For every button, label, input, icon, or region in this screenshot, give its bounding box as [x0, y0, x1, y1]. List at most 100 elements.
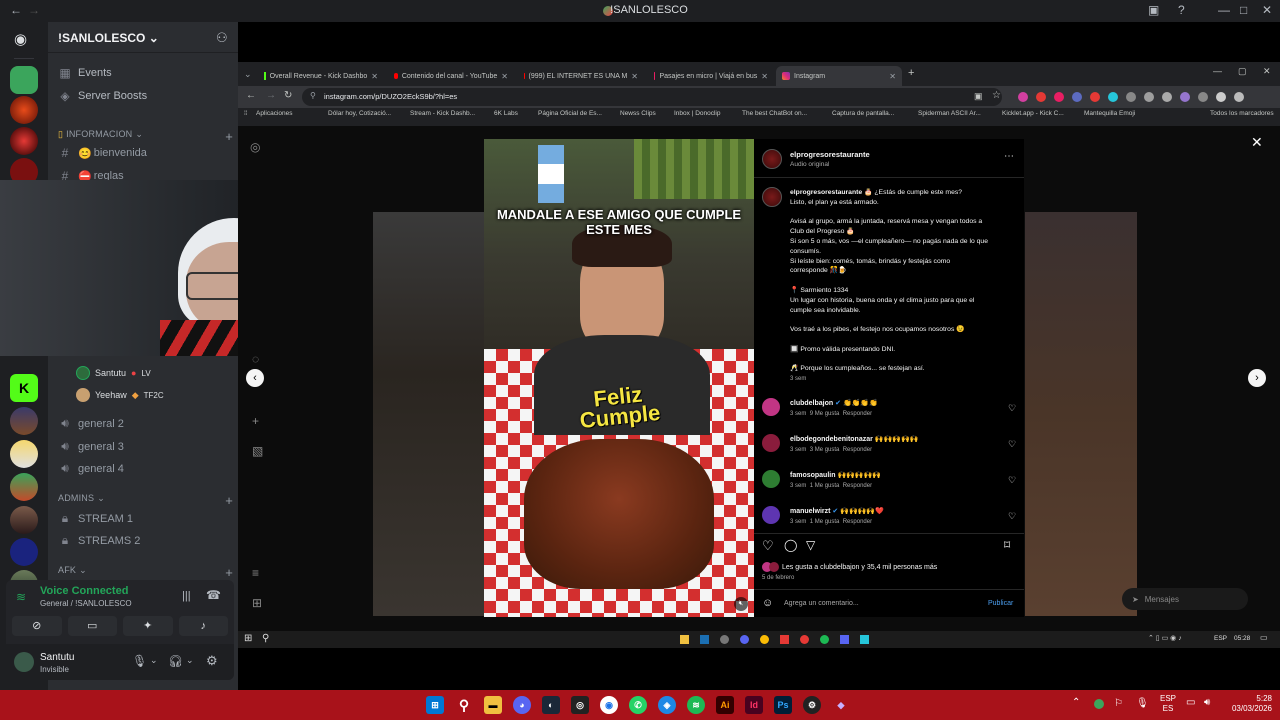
chrome-icon[interactable]: ◉: [600, 696, 618, 714]
voice-channel-stream-1[interactable]: 🔒︎ STREAM 1: [58, 511, 133, 526]
create-icon[interactable]: +: [252, 414, 259, 428]
audio-label[interactable]: Audio original: [790, 161, 829, 168]
inner-clock[interactable]: 05:28: [1234, 635, 1250, 642]
comment-avatar[interactable]: [762, 398, 780, 416]
voice-channel-general-3[interactable]: 🔊︎ general 3: [58, 439, 124, 454]
reload-icon[interactable]: ↻: [284, 90, 292, 101]
category-afk[interactable]: AFK ⌄ +: [58, 565, 233, 580]
more-icon[interactable]: ◌: [252, 352, 259, 366]
add-channel-icon[interactable]: +: [225, 493, 233, 508]
app-icon[interactable]: ◆: [832, 696, 850, 714]
extension-icon[interactable]: [1072, 92, 1082, 102]
indesign-icon[interactable]: Id: [745, 696, 763, 714]
avatar[interactable]: [14, 652, 34, 672]
forward-icon[interactable]: →: [266, 90, 276, 101]
search-icon[interactable]: ⚲: [455, 696, 473, 714]
comment-user[interactable]: manuelwirzt: [790, 508, 830, 515]
bookmark[interactable]: Newss Clips: [620, 110, 656, 117]
menu-icon[interactable]: ≡: [252, 566, 259, 580]
help-icon[interactable]: ?: [1178, 3, 1185, 17]
inbox-icon[interactable]: ▣: [1148, 3, 1159, 17]
tray-icons[interactable]: ⌃ ▯ ▭ ◉ ♪: [1148, 634, 1182, 642]
voice-channel-general-4[interactable]: 🔊︎ general 4: [58, 461, 124, 476]
bookmark[interactable]: Captura de pantalla...: [832, 110, 894, 117]
app-icon[interactable]: [780, 635, 789, 644]
close-window-icon[interactable]: ✕: [1262, 3, 1272, 17]
windows-start-icon[interactable]: ⊞: [426, 696, 444, 714]
close-modal-icon[interactable]: ✕: [1251, 134, 1263, 151]
reply-button[interactable]: Responder: [843, 447, 872, 453]
discord-icon[interactable]: [740, 635, 749, 644]
bookmark[interactable]: Stream - Kick Dashb...: [410, 110, 475, 117]
discord-home-icon[interactable]: ◉: [14, 30, 27, 48]
minimize-icon[interactable]: —: [1218, 3, 1230, 17]
extension-icon[interactable]: [1126, 92, 1136, 102]
chevron-down-icon[interactable]: ⌄: [186, 655, 194, 666]
headphones-icon[interactable]: 🎧︎: [168, 654, 183, 668]
publish-button[interactable]: Publicar: [988, 600, 1013, 607]
tab-1[interactable]: Contenido del canal - YouTube ✕: [388, 66, 514, 86]
voice-member-santutu[interactable]: Santutu ● LV: [76, 366, 151, 380]
tab-close-icon[interactable]: ✕: [371, 72, 378, 81]
tab-3[interactable]: Pasajes en micro | Viajá en bus ✕: [648, 66, 774, 86]
share-icon[interactable]: ▽: [806, 538, 815, 552]
minimize-icon[interactable]: —: [1213, 66, 1222, 76]
bookmark[interactable]: Dólar hoy, Cotizació...: [328, 110, 391, 117]
extension-icon[interactable]: [1144, 92, 1154, 102]
emoji-icon[interactable]: ☺: [762, 597, 773, 609]
inner-language[interactable]: ESP: [1214, 635, 1227, 642]
bookmark[interactable]: Kicklet.app - Kick C...: [1002, 110, 1064, 117]
app-icon[interactable]: [840, 635, 849, 644]
events-item[interactable]: ▦ Events: [58, 66, 111, 80]
screen-share-button[interactable]: ▭: [67, 616, 117, 636]
server-boosts-item[interactable]: ◈ Server Boosts: [58, 89, 147, 103]
author-name[interactable]: elprogresorestaurante: [790, 150, 870, 159]
discord-icon[interactable]: ◕: [513, 696, 531, 714]
comment-likes[interactable]: 1 Me gusta: [810, 519, 840, 525]
reply-button[interactable]: Responder: [843, 411, 872, 417]
server-icon-green[interactable]: [10, 66, 38, 94]
microphone-icon[interactable]: 🎙︎: [1136, 698, 1149, 709]
address-bar[interactable]: ⚲ instagram.com/p/DUZO2EckS9b/?hl=es: [302, 88, 1002, 106]
noise-suppression-icon[interactable]: |||: [182, 590, 191, 602]
channel-bienvenida[interactable]: # 😊 bienvenida: [58, 146, 147, 160]
grid-icon[interactable]: ⊞: [252, 596, 262, 610]
caption-avatar[interactable]: [762, 187, 782, 207]
like-comment-icon[interactable]: ♡: [1008, 403, 1016, 414]
spotify-icon[interactable]: [820, 635, 829, 644]
previous-post-button[interactable]: ‹: [246, 369, 264, 387]
comment-avatar[interactable]: [762, 470, 780, 488]
soundboard-button[interactable]: ♪: [178, 616, 228, 636]
steam-icon[interactable]: [700, 635, 709, 644]
app-icon[interactable]: [720, 635, 729, 644]
app-icon[interactable]: [860, 635, 869, 644]
extension-icon[interactable]: [1216, 92, 1226, 102]
obs-icon[interactable]: [800, 635, 809, 644]
voice-channel-general-2[interactable]: 🔊︎ general 2: [58, 416, 124, 431]
comment-user[interactable]: famosopaulin: [790, 472, 836, 479]
language-indicator[interactable]: ESP ES: [1160, 694, 1176, 714]
microphone-icon[interactable]: 🎙︎: [132, 654, 147, 668]
messages-button[interactable]: ➤ Mensajes: [1122, 588, 1248, 610]
comment-input[interactable]: Agrega un comentario...: [784, 600, 859, 607]
extension-icon[interactable]: [1234, 92, 1244, 102]
comment-avatar[interactable]: [762, 506, 780, 524]
file-explorer-icon[interactable]: ▬: [484, 696, 502, 714]
bookmark[interactable]: Mantequilla Emoji: [1084, 110, 1135, 117]
server-icon-blue[interactable]: [10, 538, 38, 566]
tab-0[interactable]: Overall Revenue - Kick Dashbo ✕: [258, 66, 384, 86]
bookmark[interactable]: Inbox | Donoclip: [674, 110, 721, 117]
bookmark[interactable]: The best ChatBot on...: [742, 110, 807, 117]
bookmark[interactable]: Página Oficial de Es...: [538, 110, 602, 117]
extension-icon[interactable]: [1036, 92, 1046, 102]
comment-likes[interactable]: 1 Me gusta: [810, 483, 840, 489]
instagram-logo-icon[interactable]: ◎: [250, 140, 260, 154]
chrome-icon[interactable]: [760, 635, 769, 644]
clock[interactable]: 5:28 03/03/2026: [1226, 694, 1272, 714]
photoshop-icon[interactable]: Ps: [774, 696, 792, 714]
server-icon-yellow[interactable]: [10, 440, 38, 468]
restore-icon[interactable]: ▢: [1238, 66, 1247, 77]
server-icon-multi[interactable]: [10, 473, 38, 501]
save-icon[interactable]: ⌑: [1004, 538, 1010, 552]
tab-2[interactable]: (999) EL INTERNET ES UNA M ✕: [518, 66, 644, 86]
